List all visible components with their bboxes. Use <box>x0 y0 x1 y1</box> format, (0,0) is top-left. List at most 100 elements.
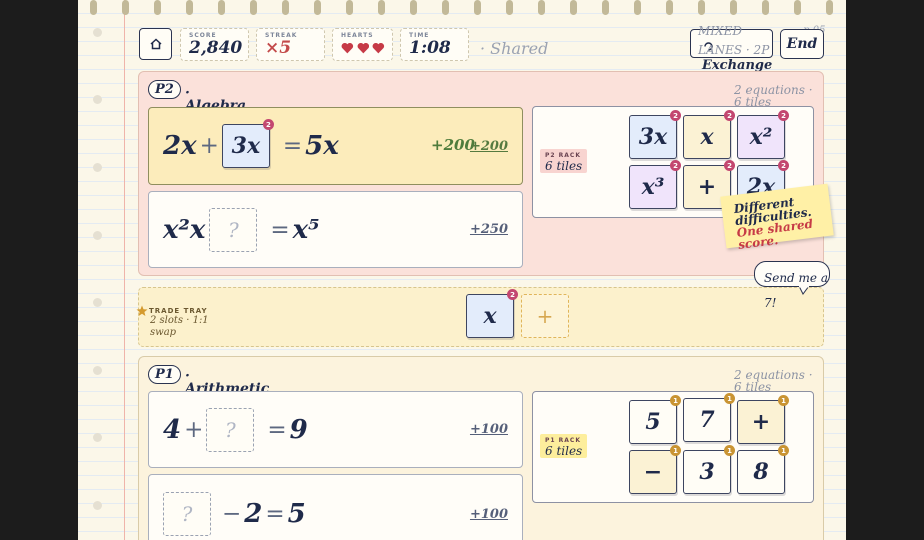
tile-badge: 2 <box>507 289 518 300</box>
spiral-ring <box>250 0 257 15</box>
equation-points: +100 <box>469 506 508 522</box>
spiral-ring <box>346 0 353 15</box>
tile-label: 7 <box>699 407 715 433</box>
notebook-page: SCORE 2,840 STREAK ×5 HEARTS TIME 1:08 ·… <box>78 0 846 540</box>
tile-badge: 2 <box>724 160 735 171</box>
tile-label: 3 <box>699 459 715 485</box>
spiral-ring <box>90 0 97 15</box>
punch-hole <box>93 501 102 510</box>
heart-icon <box>372 42 385 54</box>
tile-label: x³ <box>641 174 665 200</box>
eq-term: 4 <box>163 414 182 445</box>
rack-tile[interactable]: x² 2 <box>737 110 789 159</box>
score-value: 2,840 <box>189 38 243 58</box>
tile-badge: 1 <box>670 395 681 406</box>
rack-tile[interactable]: + 1 <box>737 395 789 444</box>
equation-card: 2x + 3x 2 = 5x +200 +200 <box>148 107 523 185</box>
rack-tile[interactable]: x 2 <box>683 110 735 159</box>
spiral-ring <box>538 0 545 15</box>
end-button[interactable]: End <box>780 29 824 59</box>
tile-badge: 2 <box>670 160 681 171</box>
hearts-stat: HEARTS <box>332 28 393 61</box>
eq-equals: = <box>267 416 287 443</box>
answer-slot[interactable]: ? <box>206 407 255 452</box>
eq-equals: = <box>265 501 285 527</box>
hearts-label: HEARTS <box>341 32 374 39</box>
tile-label: 8 <box>753 459 769 485</box>
rack-tile[interactable]: x³ 2 <box>629 160 681 209</box>
margin-line <box>124 0 125 540</box>
trade-tile[interactable]: x 2 <box>466 289 518 338</box>
rack-label-p2: P2 RACK 6 tiles <box>540 149 588 173</box>
eq-term: x²x <box>163 214 206 245</box>
mode-label: MIXED LANES · 2P <box>698 24 770 57</box>
spiral-ring <box>378 0 385 15</box>
home-button[interactable] <box>139 28 172 60</box>
spiral-ring <box>314 0 321 15</box>
lane-badge-p2: P2 <box>148 80 181 99</box>
rack-tile[interactable]: 5 1 <box>629 395 681 444</box>
rack-tile[interactable]: 8 1 <box>737 445 789 494</box>
placed-tile[interactable]: 3x 2 <box>221 119 274 168</box>
equation-card: ? − 2 = 5 +100 <box>148 474 523 540</box>
lane-badge-p1: P1 <box>148 365 181 384</box>
tile-badge: 1 <box>778 395 789 406</box>
punch-hole <box>93 28 102 37</box>
spiral-ring <box>122 0 129 15</box>
equation-card: 4 + ? = 9 +100 <box>148 391 523 468</box>
trade-tray-subtitle: 2 slots · 1:1 swap <box>150 315 209 338</box>
equation-points: +250 <box>469 222 508 237</box>
score-stat: SCORE 2,840 <box>180 28 249 61</box>
rack-tile[interactable]: 3 1 <box>683 445 735 494</box>
streak-stat: STREAK ×5 <box>256 28 325 61</box>
time-stat: TIME 1:08 <box>400 28 469 61</box>
time-value: 1:08 <box>409 38 451 58</box>
rack-tile[interactable]: 3x 2 <box>629 110 681 159</box>
tile-label: + <box>697 174 717 200</box>
spiral-ring <box>762 0 769 15</box>
rack-count: 6 tiles <box>545 159 583 173</box>
spiral-ring <box>634 0 641 15</box>
streak-value: ×5 <box>265 38 292 58</box>
spiral-ring <box>410 0 417 15</box>
eq-term: 2 <box>244 499 263 529</box>
spiral-ring <box>282 0 289 15</box>
spiral-ring <box>218 0 225 15</box>
equation-points: +100 <box>469 422 508 437</box>
tile-label: x <box>700 124 714 150</box>
punch-hole <box>93 298 102 307</box>
answer-slot[interactable]: ? <box>163 492 211 536</box>
rack-count: 6 tiles <box>545 444 583 458</box>
speech-bubble-text: Send me a 7! <box>764 271 828 310</box>
tile-label: 3x <box>231 133 261 159</box>
rack-tile[interactable]: − 1 <box>629 445 681 494</box>
punch-hole <box>93 95 102 104</box>
tile-label: − <box>643 459 663 485</box>
trade-slot[interactable]: + <box>521 294 569 338</box>
rack-tile[interactable]: 7 1 <box>683 393 735 442</box>
eq-operator: + <box>184 416 204 443</box>
punch-hole <box>93 231 102 240</box>
eq-term: 2x <box>163 131 197 161</box>
tile-badge: 2 <box>724 110 735 121</box>
eq-term: 5 <box>287 499 306 529</box>
rack-label-p1: P1 RACK 6 tiles <box>540 434 588 458</box>
spiral-ring <box>506 0 513 15</box>
trade-tray-title: TRADE TRAY <box>149 307 208 315</box>
heart-icon <box>341 42 354 54</box>
spiral-ring <box>154 0 161 15</box>
tile-badge: 1 <box>724 445 735 456</box>
tile-label: 3x <box>638 124 668 150</box>
eq-equals: = <box>282 133 303 159</box>
tile-badge: 2 <box>778 110 789 121</box>
punch-hole <box>93 366 102 375</box>
spiral-ring <box>602 0 609 15</box>
eq-term: 5x <box>305 131 339 161</box>
tile-label: + <box>751 409 771 435</box>
spiral-ring <box>730 0 737 15</box>
bonus-points: +200 <box>431 136 475 154</box>
tile-badge: 1 <box>724 393 735 404</box>
answer-slot[interactable]: ? <box>209 207 258 252</box>
tile-badge: 2 <box>778 160 789 171</box>
spiral-ring <box>826 0 833 15</box>
